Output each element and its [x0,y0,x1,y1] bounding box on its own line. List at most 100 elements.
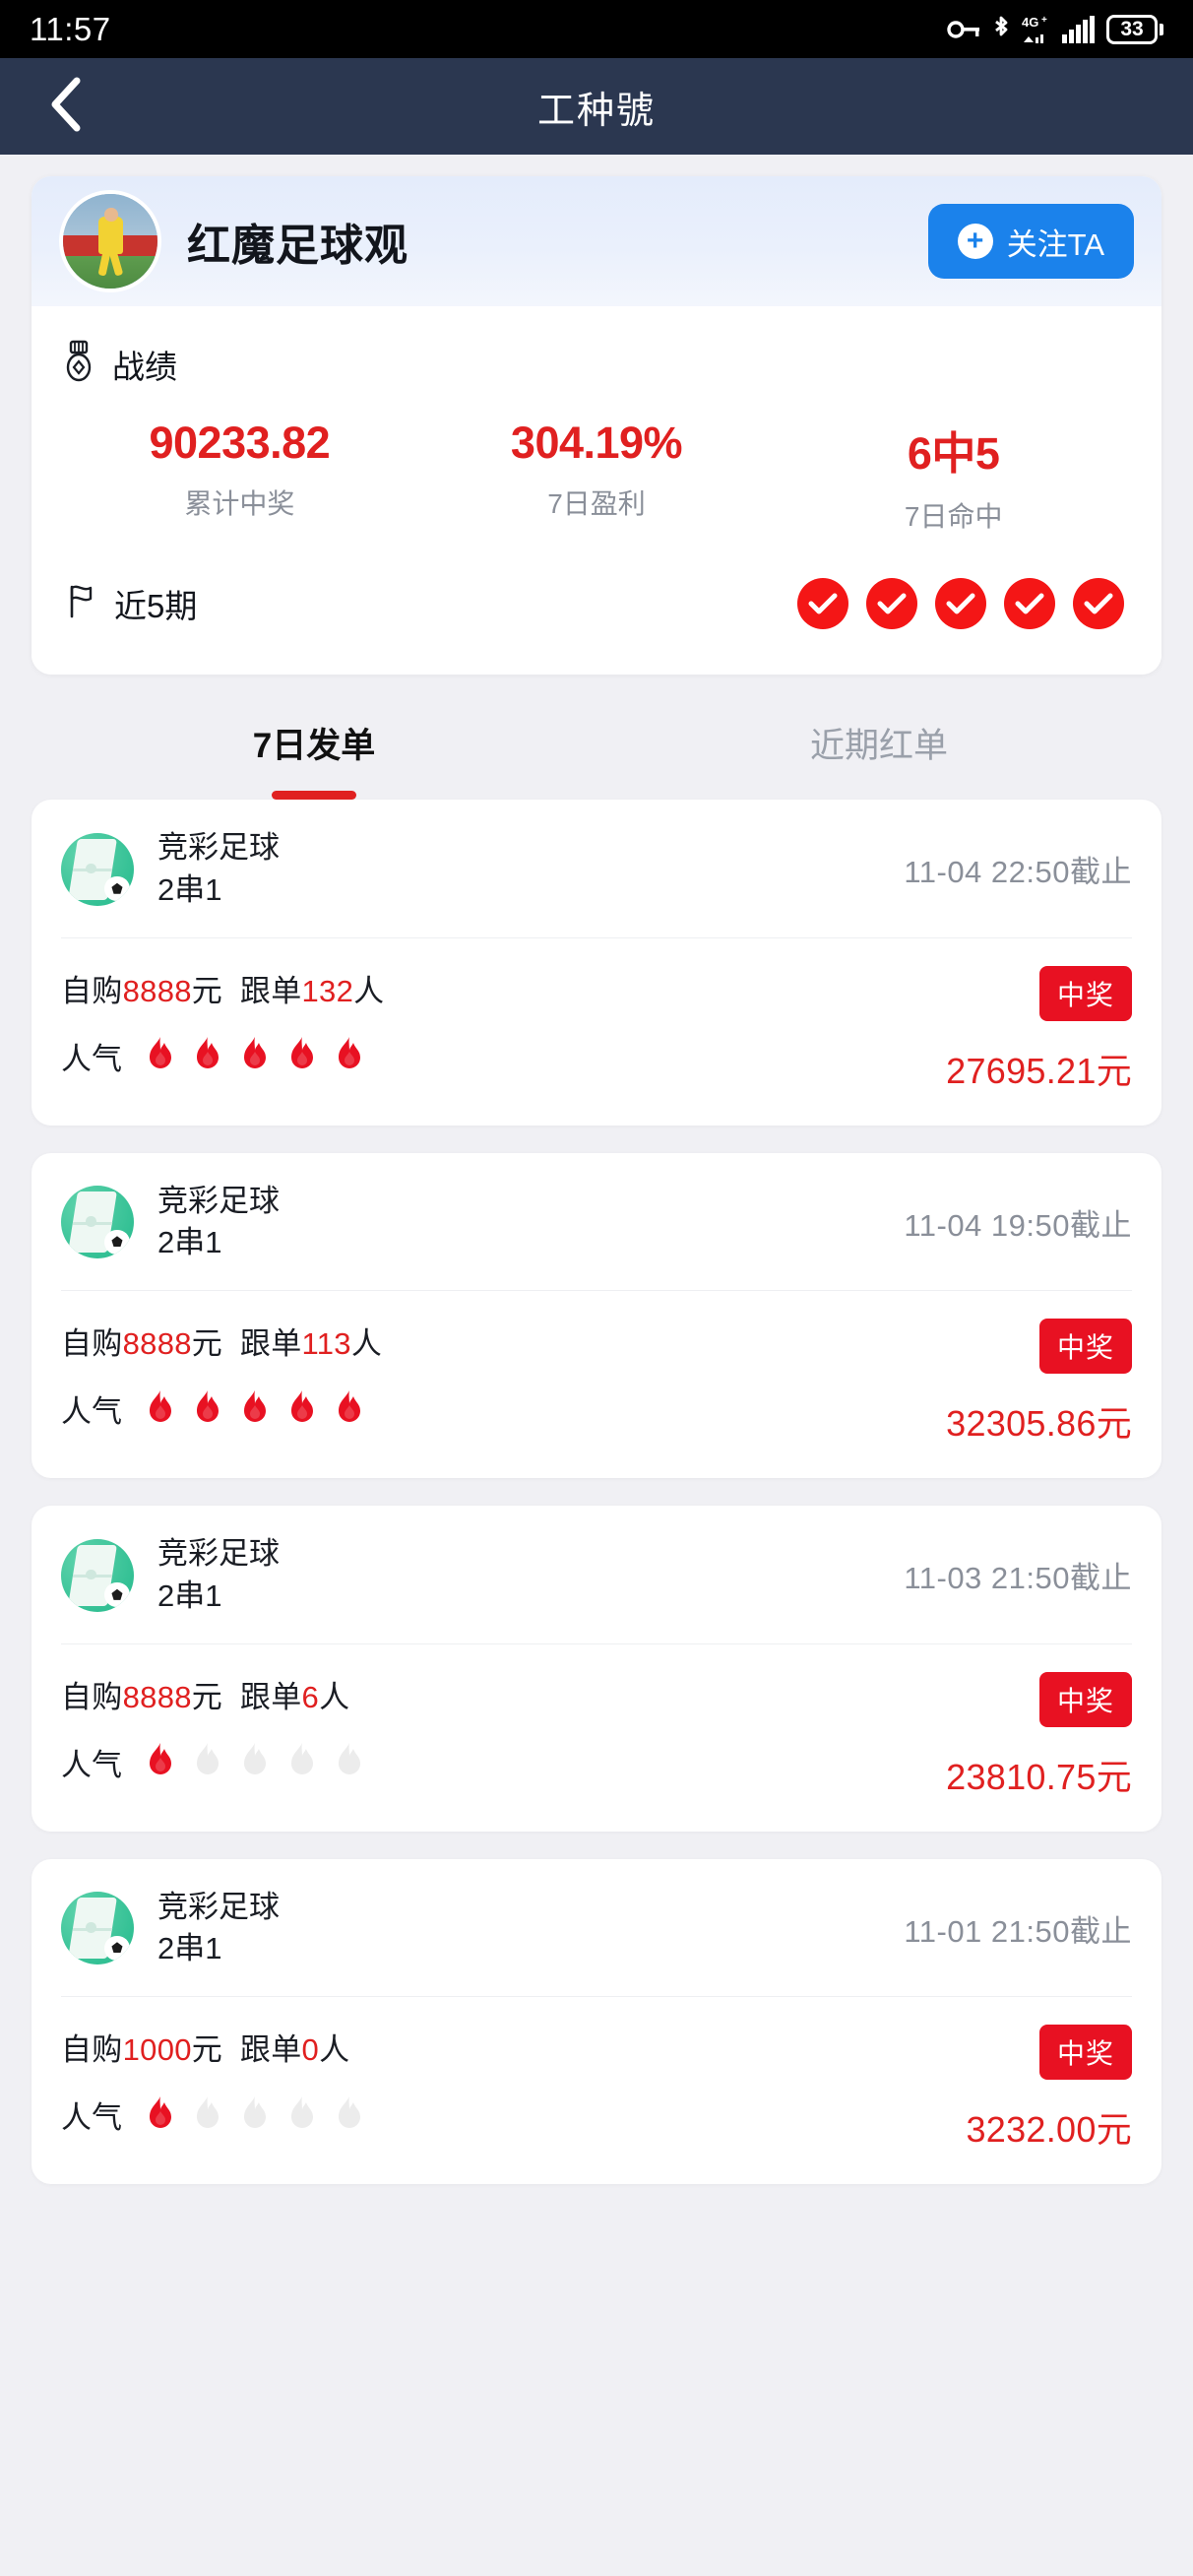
flame-icon [150,1037,171,1069]
soccer-icon [61,832,134,906]
bet-play-type: 2串1 [157,1225,222,1260]
follow-button-label: 关注TA [1006,226,1104,262]
bet-deadline: 11-04 19:50截止 [904,1207,1132,1243]
bet-card-footer: 自购1000元 跟单0人 人气 中奖 3232.00元 [61,1997,1132,2184]
bet-game-name: 竞彩足球 [157,830,280,865]
bet-buy-line: 自购8888元 跟单132人 [61,973,385,1008]
tab-label: 7日发单 [252,727,376,765]
bet-stats: 自购8888元 跟单132人 人气 [61,966,384,1078]
popularity-label: 人气 [61,1041,122,1076]
flame-icon [197,2095,219,2128]
bet-card-footer: 自购8888元 跟单113人 人气 中奖 32305.86元 [61,1291,1132,1478]
bet-card[interactable]: 竞彩足球 2串1 11-04 19:50截止 自购8888元 跟单113人 人气… [31,1152,1162,1479]
svg-text:+: + [1041,15,1047,26]
flag-icon [65,583,98,625]
bet-card[interactable]: 竞彩足球 2串1 11-01 21:50截止 自购1000元 跟单0人 人气 中… [31,1858,1162,2185]
result-win-icon [797,578,848,629]
soccer-icon [61,1538,134,1612]
bet-stats: 自购8888元 跟单6人 人气 [61,1672,366,1784]
flame-icon [244,1743,266,1775]
bet-popularity-row: 人气 [61,1740,366,1784]
bet-stats: 自购1000元 跟单0人 人气 [61,2025,366,2137]
stat-caption: 7日命中 [904,501,1003,532]
battery-nub [1160,23,1163,35]
soccer-icon [61,1186,134,1259]
page-title: 工种號 [536,90,656,132]
status-badge: 中奖 [1038,2025,1132,2081]
plus-icon: + [957,224,993,259]
status-bar: 11:57 4G + 33 [0,0,1193,58]
status-badge: 中奖 [1038,965,1132,1021]
flame-icon [150,1389,171,1422]
bet-play-type: 2串1 [157,1931,222,1966]
profile-card: 红魔足球观 + 关注TA 战绩 90233.82 累计中奖 304.19% 7日… [31,176,1162,675]
battery-icon: 33 [1106,14,1163,44]
stat-caption: 7日盈利 [547,488,646,519]
flame-icon [339,1389,360,1422]
bet-result: 中奖 32305.86元 [946,1319,1132,1447]
signal-bars-icon [1062,15,1096,43]
stat-7day-profit: 304.19% 7日盈利 [418,418,776,535]
bet-game-meta: 竞彩足球 2串1 [157,1887,280,1971]
flame-rating [144,1389,366,1429]
flame-rating [144,2095,366,2135]
tab-label: 近期红单 [809,727,948,765]
bet-payout: 3232.00元 [966,2109,1132,2151]
key-icon [947,19,980,40]
bet-result: 中奖 27695.21元 [946,965,1132,1094]
flame-icon [291,2095,313,2128]
bet-payout: 23810.75元 [946,1756,1132,1797]
flame-icon [291,1389,313,1422]
network-4g-icon: 4G + [1022,14,1051,45]
bet-deadline: 11-04 22:50截止 [904,855,1132,890]
bet-popularity-row: 人气 [61,1034,384,1078]
bet-popularity-row: 人气 [61,2093,366,2137]
flame-icon [339,2095,360,2128]
follow-button[interactable]: + 关注TA [927,204,1134,279]
popularity-label: 人气 [61,1747,122,1782]
stat-total-win: 90233.82 累计中奖 [61,418,418,535]
recent-periods-row: 近5期 [61,545,1132,665]
bet-game-meta: 竞彩足球 2串1 [157,1533,280,1618]
flame-icon [150,1743,171,1775]
bet-game-name: 竞彩足球 [157,1889,280,1924]
stat-value: 90233.82 [149,418,331,468]
status-time: 11:57 [30,10,111,47]
flame-icon [197,1743,219,1775]
back-button[interactable] [33,72,102,141]
bet-result: 中奖 23810.75元 [946,1671,1132,1800]
stat-value: 6中5 [907,428,1000,479]
flame-icon [197,1389,219,1422]
bet-card[interactable]: 竞彩足球 2串1 11-03 21:50截止 自购8888元 跟单6人 人气 中… [31,1506,1162,1832]
bet-card[interactable]: 竞彩足球 2串1 11-04 22:50截止 自购8888元 跟单132人 人气… [31,800,1162,1126]
bet-card-header: 竞彩足球 2串1 11-04 19:50截止 [61,1153,1132,1291]
recent-periods-label: 近5期 [114,588,198,624]
tab-recent-wins[interactable]: 近期红单 [596,718,1162,800]
profile-name: 红魔足球观 [187,222,408,270]
flame-rating [144,1036,366,1075]
bet-stats: 自购8888元 跟单113人 人气 [61,1319,382,1431]
nav-bar: 工种號 [0,58,1193,155]
recent-results [797,578,1128,629]
bet-deadline: 11-03 21:50截止 [904,1561,1132,1596]
bet-card-header: 竞彩足球 2串1 11-01 21:50截止 [61,1859,1132,1997]
result-win-icon [866,578,917,629]
bet-card-footer: 自购8888元 跟单132人 人气 中奖 27695.21元 [61,938,1132,1126]
result-win-icon [1073,578,1124,629]
tab-bar: 7日发单 近期红单 [31,675,1162,800]
tab-7day-orders[interactable]: 7日发单 [31,718,596,800]
flame-icon [244,2095,266,2128]
bet-card-header: 竞彩足球 2串1 11-03 21:50截止 [61,1506,1132,1643]
flame-icon [339,1743,360,1775]
avatar[interactable] [59,190,161,292]
recent-periods-label-group: 近5期 [65,580,197,627]
bluetooth-icon [991,15,1011,44]
battery-level: 33 [1106,14,1158,44]
bet-game-name: 竞彩足球 [157,1536,280,1572]
bet-payout: 27695.21元 [946,1050,1132,1091]
chevron-left-icon [46,76,90,138]
record-title-row: 战绩 [61,306,1132,394]
record-section: 战绩 90233.82 累计中奖 304.19% 7日盈利 6中5 7日命中 近… [31,306,1162,675]
medal-icon [61,340,96,388]
bet-buy-line: 自购8888元 跟单113人 [61,1326,383,1362]
